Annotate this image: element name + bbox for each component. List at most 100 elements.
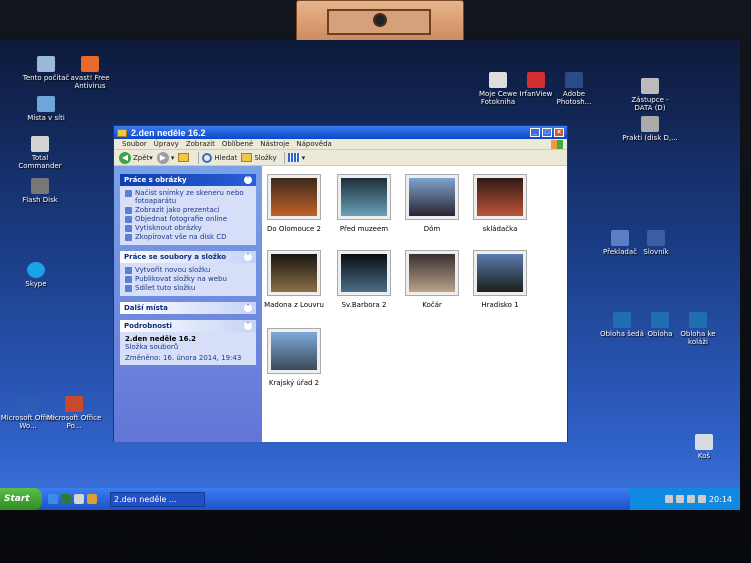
window-titlebar[interactable]: 2.den neděle 16.2 _ □ ×: [114, 126, 567, 139]
panel-other-places: Další místa ˅: [120, 302, 256, 314]
printer-icon: [125, 225, 132, 232]
menu-soubor[interactable]: Soubor: [122, 140, 147, 148]
thumbnail-item[interactable]: Madona z Louvru: [264, 250, 324, 309]
details-modified: Změněno: 16. února 2014, 19:43: [125, 354, 242, 362]
scanner-icon: [125, 190, 132, 197]
app-icon[interactable]: [87, 494, 97, 504]
taskbar-task-explorer[interactable]: 2.den neděle ...: [110, 491, 205, 507]
back-arrow-icon: ◀: [119, 151, 131, 164]
collapse-icon: ˄: [244, 253, 252, 261]
menu-oblibene[interactable]: Oblíbené: [222, 140, 253, 148]
folder-icon: [117, 128, 127, 137]
task-scan[interactable]: Načíst snímky ze skeneru nebo fotoaparát…: [125, 189, 251, 205]
thumb-1: [341, 178, 387, 216]
forward-button[interactable]: ▶ ▾: [156, 151, 174, 164]
thumbnail-item[interactable]: skládačka: [470, 174, 530, 233]
thumbnail-item[interactable]: Před muzeem: [334, 174, 394, 233]
desktop-icon-powerpoint[interactable]: Microsoft Office Po...: [46, 396, 102, 430]
desktop-icon-slovnik[interactable]: Slovník: [628, 230, 684, 256]
desktop-icon-obloha-kolaz[interactable]: Obloha ke koláži: [670, 312, 726, 346]
system-tray: 20:14: [630, 488, 740, 510]
menu-upravy[interactable]: Úpravy: [154, 140, 179, 148]
panel-file-tasks-header[interactable]: Práce se soubory a složko ˄: [120, 251, 256, 263]
desktop-icon-prakti[interactable]: Prakti (disk D,...: [622, 116, 678, 142]
desktop-icon-total-commander[interactable]: Total Commander: [12, 136, 68, 170]
task-print[interactable]: Vytisknout obrázky: [125, 224, 251, 232]
minimize-button[interactable]: _: [530, 128, 540, 137]
thumb-5: [341, 254, 387, 292]
desktop-icon-network[interactable]: Místa v síti: [18, 96, 74, 122]
file-view: Do Olomouce 2 Před muzeem Dóm skládačka …: [262, 166, 567, 442]
tray-icon[interactable]: [664, 495, 673, 503]
desktop-icon-photoshop[interactable]: Adobe Photosh...: [546, 72, 602, 106]
explorer-window: 2.den neděle 16.2 _ □ × Soubor Úpravy Zo…: [113, 125, 568, 442]
webcam-lens: [373, 13, 387, 27]
thumbnail-item[interactable]: Krajský úřad 2: [264, 328, 324, 387]
thumbnail-item[interactable]: Dóm: [402, 174, 462, 233]
ie-icon[interactable]: [48, 494, 58, 504]
thumb-7: [477, 254, 523, 292]
panel-picture-tasks: Práce s obrázky ˄ Načíst snímky ze skener…: [120, 174, 256, 245]
thumbnail-item[interactable]: Hradisko 1: [470, 250, 530, 309]
forward-arrow-icon: ▶: [156, 151, 169, 164]
task-slideshow[interactable]: Zobrazit jako prezentaci: [125, 206, 251, 214]
panel-details-header[interactable]: Podrobnosti ˄: [120, 320, 256, 332]
details-name: 2.den neděle 16.2: [125, 335, 197, 343]
window-title: 2.den neděle 16.2: [131, 127, 206, 138]
windows-logo-icon: [551, 139, 563, 149]
toolbar-separator: [283, 151, 285, 164]
search-icon: [202, 152, 213, 163]
tray-icon[interactable]: [686, 495, 695, 503]
taskbar: Start 2.den neděle ... 20:14: [0, 488, 740, 510]
publish-icon: [125, 276, 132, 283]
desktop-icon-flash-disk[interactable]: Flash Disk: [12, 178, 68, 204]
panel-picture-tasks-header[interactable]: Práce s obrázky ˄: [120, 174, 256, 186]
task-share[interactable]: Sdílet tuto složku: [125, 284, 251, 292]
task-new-folder[interactable]: Vytvořit novou složku: [125, 266, 251, 274]
menu-napoveda[interactable]: Nápověda: [296, 140, 331, 148]
media-icon[interactable]: [74, 494, 84, 504]
views-icon: [287, 153, 300, 162]
thumbnail-item[interactable]: Do Olomouce 2: [264, 174, 324, 233]
desktop-icon[interactable]: [61, 494, 71, 504]
close-button[interactable]: ×: [554, 128, 564, 137]
panel-other-places-header[interactable]: Další místa ˅: [120, 302, 256, 314]
desktop-icon-recycle-bin[interactable]: Koš: [676, 434, 732, 460]
desktop-icon-avast[interactable]: avast! Free Antivirus: [62, 56, 118, 90]
search-button[interactable]: Hledat: [202, 152, 237, 163]
toolbar: ◀ Zpět ▾ ▶ ▾ Hledat Složky ▾: [114, 150, 567, 166]
panel-details: Podrobnosti ˄ 2.den neděle 16.2 Složka so…: [120, 320, 256, 365]
tray-icon[interactable]: [697, 495, 706, 503]
thumb-6: [409, 254, 455, 292]
new-folder-icon: [125, 267, 132, 274]
up-folder-button[interactable]: [178, 153, 191, 162]
menu-nastroje[interactable]: Nástroje: [260, 140, 289, 148]
thumbnail-item[interactable]: Kočár: [402, 250, 462, 309]
thumb-4: [271, 254, 317, 292]
task-publish[interactable]: Publikovat složky na webu: [125, 275, 251, 283]
folders-button[interactable]: Složky: [241, 153, 277, 162]
task-order-online[interactable]: Objednat fotografie online: [125, 215, 251, 223]
collapse-icon: ˄: [244, 176, 252, 184]
quick-launch: [48, 494, 100, 504]
back-button[interactable]: ◀ Zpět ▾: [119, 151, 153, 164]
menu-zobrazit[interactable]: Zobrazit: [186, 140, 215, 148]
panel-file-tasks: Práce se soubory a složko ˄ Vytvořit novo…: [120, 251, 256, 296]
tray-icon[interactable]: [675, 495, 684, 503]
toolbar-separator: [198, 151, 200, 164]
thumbnail-item[interactable]: Sv.Barbora 2: [334, 250, 394, 309]
desktop: Tento počítač avast! Free Antivirus Míst…: [0, 40, 740, 510]
task-copy-cd[interactable]: Zkopírovat vše na disk CD: [125, 233, 251, 241]
desktop-icon-data-drive[interactable]: Zástupce - DATA (D): [622, 78, 678, 112]
desktop-icon-skype[interactable]: Skype: [8, 262, 64, 288]
thumb-0: [271, 178, 317, 216]
start-button[interactable]: Start: [0, 488, 42, 510]
up-folder-icon: [178, 153, 190, 162]
thumb-3: [477, 178, 523, 216]
details-type: Složka souborů: [125, 343, 179, 351]
menubar: Soubor Úpravy Zobrazit Oblíbené Nástroje…: [114, 139, 567, 150]
maximize-button[interactable]: □: [542, 128, 552, 137]
thumb-8: [271, 332, 317, 370]
clock[interactable]: 20:14: [709, 495, 732, 504]
views-button[interactable]: ▾: [287, 153, 305, 162]
